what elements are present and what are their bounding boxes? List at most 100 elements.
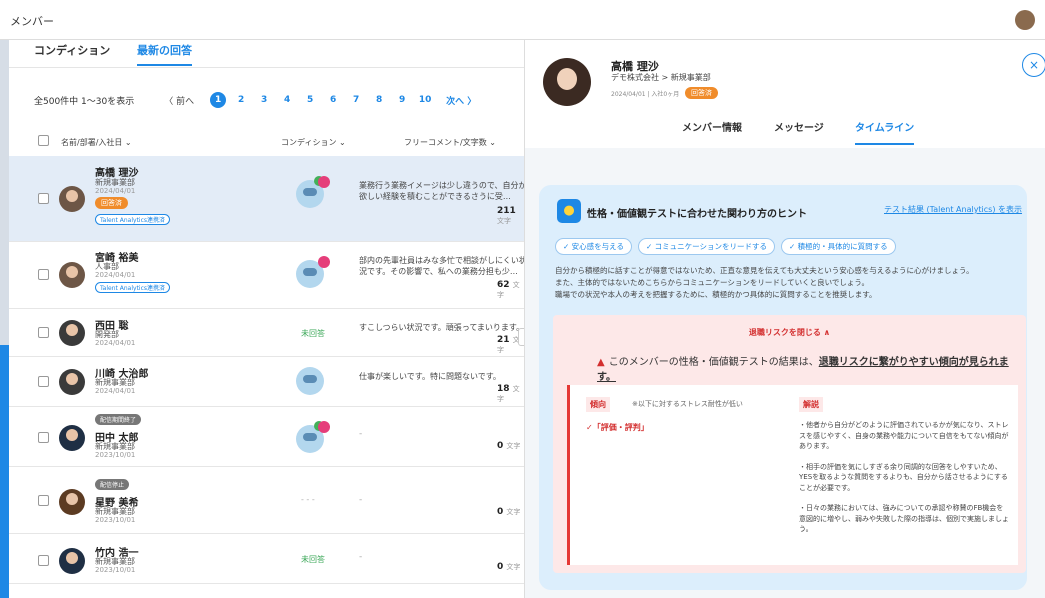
row-checkbox[interactable] <box>38 495 49 506</box>
comment-empty: - <box>359 495 363 505</box>
page-title: メンバー <box>10 15 54 28</box>
condition-unanswered: 未回答 <box>301 329 325 338</box>
tendency-item: ✓「評価・評判」 <box>586 423 649 432</box>
hint-description: 自分から積極的に話すことが得意ではないため、正直な意見を伝えても大丈夫という安心… <box>555 266 974 299</box>
condition-unanswered: 未回答 <box>301 555 325 564</box>
row-checkbox[interactable] <box>38 193 49 204</box>
next-page-button[interactable]: 次へ 〉 <box>446 94 476 107</box>
page-3[interactable]: 3 <box>256 92 272 108</box>
prev-page-button[interactable]: 〈 前へ <box>164 94 194 107</box>
page-9[interactable]: 9 <box>394 92 410 108</box>
page-4[interactable]: 4 <box>279 92 295 108</box>
char-count: 0 文字 <box>497 441 521 451</box>
risk-toggle-button[interactable]: 退職リスクを閉じる ∧ <box>553 327 1026 338</box>
tendency-label: 傾向 <box>586 397 610 412</box>
page-2[interactable]: 2 <box>233 92 249 108</box>
row-checkbox[interactable] <box>38 432 49 443</box>
condition-icon <box>296 421 330 453</box>
comment-empty: - <box>359 552 363 562</box>
member-photo <box>543 58 591 106</box>
member-date: 2023/10/01 <box>95 566 136 574</box>
hint-tag: ✓ 安心感を与える <box>555 238 632 255</box>
page-5[interactable]: 5 <box>302 92 318 108</box>
table-row[interactable]: 高橋 理沙 新規事業部 2024/04/01 回答済 Talent Analyt… <box>9 156 524 242</box>
tab-messages[interactable]: メッセージ <box>774 119 824 143</box>
talent-badge: Talent Analytics連携済 <box>95 214 171 225</box>
table-row[interactable]: 配信停止 星野 美希 新規事業部 2023/10/01 - - - - 0 文字 <box>9 467 524 534</box>
comment-line1: 部内の先輩社員はみな多忙で相談がしにくい状 <box>359 256 524 265</box>
col-condition-header[interactable]: コンディション ⌄ <box>281 137 346 148</box>
list-tabs: コンディション 最新の回答 <box>9 40 524 68</box>
col-name-header[interactable]: 名前/部署/入社日 ⌄ <box>61 137 132 148</box>
close-icon[interactable]: × <box>1022 53 1045 77</box>
table-row[interactable]: 宮崎 裕美 人事部 2024/04/01 Talent Analytics連携済… <box>9 242 524 309</box>
page-10[interactable]: 10 <box>417 92 433 108</box>
avatar <box>59 489 85 515</box>
member-date: 2024/04/01 <box>95 339 136 347</box>
tab-member-info[interactable]: メンバー情報 <box>682 119 742 143</box>
char-count: 0 文字 <box>497 562 521 572</box>
comment-line1: 業務行う業務イメージは少し違うので、自分が <box>359 181 524 190</box>
row-checkbox[interactable] <box>38 376 49 387</box>
user-avatar[interactable] <box>1015 10 1035 30</box>
avatar <box>59 262 85 288</box>
hint-card: ● 性格・価値観テストに合わせた関わり方のヒント テスト結果 (Talent A… <box>539 185 1027 590</box>
panel-member-date: 2024/04/01 | 入社0ヶ月 <box>611 91 680 98</box>
status-badge: 配信期間終了 <box>95 414 142 425</box>
tab-condition[interactable]: コンディション <box>34 42 110 64</box>
avatar <box>59 320 85 346</box>
page-6[interactable]: 6 <box>325 92 341 108</box>
condition-icon <box>296 176 330 208</box>
char-count: 62 文字 <box>497 280 520 299</box>
select-all-checkbox[interactable] <box>38 135 49 146</box>
left-sidebar-strip <box>0 40 9 598</box>
test-result-link[interactable]: テスト結果 (Talent Analytics) を表示 <box>884 204 1022 215</box>
tab-latest-answer[interactable]: 最新の回答 <box>137 42 192 66</box>
row-checkbox[interactable] <box>38 269 49 280</box>
tab-timeline[interactable]: タイムライン <box>855 119 915 145</box>
status-badge: 回答済 <box>95 197 128 209</box>
comment-line2: 況です。その影響で、私への業務分担も少… <box>359 267 518 276</box>
resignation-risk-section: 退職リスクを閉じる ∧ ▲ このメンバーの性格・価値観テストの結果は、退職リスクに… <box>553 315 1026 573</box>
condition-none: - - - <box>301 495 315 504</box>
table-row[interactable]: 配信期間終了 田中 太郎 新規事業部 2023/10/01 - 0 文字 <box>9 407 524 467</box>
panel-status-badge: 回答済 <box>685 87 718 99</box>
condition-icon <box>296 256 330 288</box>
col-comment-header[interactable]: フリーコメント/文字数 ⌄ <box>404 137 496 148</box>
member-detail-panel: 高橋 理沙 デモ株式会社 > 新規事業部 2024/04/01 | 入社0ヶ月 … <box>524 40 1045 598</box>
char-count: 0 文字 <box>497 507 521 517</box>
comment-line1: 仕事が楽しいです。特に問題ないです。 <box>359 372 501 381</box>
status-badge: 配信停止 <box>95 479 130 490</box>
avatar <box>59 425 85 451</box>
warning-icon: ▲ <box>597 357 605 368</box>
row-checkbox[interactable] <box>38 327 49 338</box>
row-checkbox[interactable] <box>38 555 49 566</box>
hint-tag: ✓ 積極的・具体的に質問する <box>780 238 896 255</box>
result-count: 全500件中 1〜30を表示 <box>34 96 135 107</box>
sidebar-accent <box>0 345 9 598</box>
member-date: 2023/10/01 <box>95 451 136 459</box>
explanation-text: ・他者から自分がどのように評価されているかが気になり、ストレスを感じやすく、自身… <box>799 421 1009 533</box>
panel-tabs: メンバー情報 メッセージ タイムライン <box>525 116 1045 148</box>
explanation-label: 解説 <box>799 397 823 412</box>
pagination: 全500件中 1〜30を表示 〈 前へ 1 2 3 4 5 6 7 8 9 10… <box>34 92 476 108</box>
table-row[interactable]: 西田 聡 開発部 2024/04/01 未回答 すこしつらい状況です。頑張ってま… <box>9 309 524 357</box>
top-bar: メンバー <box>0 0 1045 40</box>
page-7[interactable]: 7 <box>348 92 364 108</box>
lightbulb-icon: ● <box>557 199 581 223</box>
member-list-area: コンディション 最新の回答 全500件中 1〜30を表示 〈 前へ 1 2 3 … <box>9 40 524 598</box>
page-1[interactable]: 1 <box>210 92 227 108</box>
char-count: 18 文字 <box>497 384 520 403</box>
tendency-note: ※以下に対するストレス耐性が低い <box>632 400 743 408</box>
avatar <box>59 186 85 212</box>
table-row[interactable]: 竹内 浩一 新規事業部 2023/10/01 未回答 - 0 文字 <box>9 534 524 584</box>
hint-title: 性格・価値観テストに合わせた関わり方のヒント <box>587 209 807 220</box>
comment-line1: すこしつらい状況です。頑張ってまいります。 <box>359 323 524 332</box>
risk-warning: ▲ このメンバーの性格・価値観テストの結果は、退職リスクに繋がりやすい傾向が見られ… <box>597 357 1009 383</box>
table-row[interactable]: 川崎 大治郎 新規事業部 2024/04/01 仕事が楽しいです。特に問題ないで… <box>9 357 524 407</box>
member-date: 2023/10/01 <box>95 516 136 524</box>
page-8[interactable]: 8 <box>371 92 387 108</box>
risk-detail: 傾向 ※以下に対するストレス耐性が低い ✓「評価・評判」 解説 ・他者から自分が… <box>567 385 1018 565</box>
table-header: 名前/部署/入社日 ⌄ コンディション ⌄ フリーコメント/文字数 ⌄ <box>9 130 524 156</box>
avatar <box>59 369 85 395</box>
